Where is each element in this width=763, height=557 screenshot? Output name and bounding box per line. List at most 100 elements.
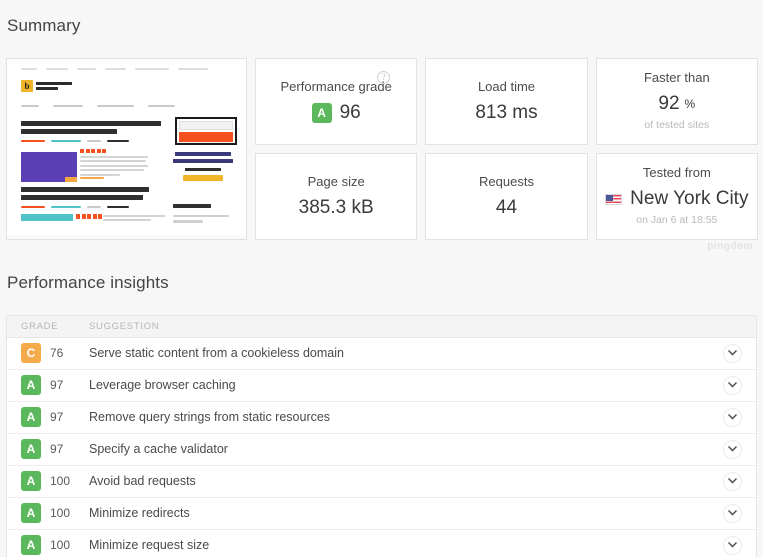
thumbnail-top-nav (21, 67, 236, 71)
thumbnail-popular-posts-title (173, 203, 211, 208)
thumbnail-rating-stars-2 (76, 213, 102, 219)
faster-than-value-group: 92 % (658, 93, 695, 115)
grade-cell: C 76 (7, 343, 79, 363)
performance-grade-value-group: A 96 (311, 101, 361, 124)
table-body: C 76 Serve static content from a cookieles… (7, 337, 756, 557)
suggestion-text: Minimize request size (89, 538, 210, 552)
chevron-down-icon[interactable] (722, 407, 742, 427)
chevron-down-icon[interactable] (722, 375, 742, 395)
table-row[interactable]: C 76 Serve static content from a cookieles… (7, 337, 756, 370)
table-header-row: GRADE SUGGESTION (7, 315, 756, 338)
pingdom-watermark: pingdom (707, 240, 753, 252)
page-size-card: Page size 385.3 kB (255, 152, 418, 240)
suggestion-text: Serve static content from a cookieless d… (89, 346, 344, 360)
grade-badge: A (21, 535, 41, 555)
us-flag-icon (605, 193, 623, 205)
performance-grade-label: Performance grade (280, 78, 392, 94)
tested-from-timestamp: on Jan 6 at 18:55 (636, 214, 718, 227)
expand-toggle[interactable] (708, 439, 756, 459)
expand-toggle[interactable] (708, 407, 756, 427)
grade-badge: A (21, 439, 41, 459)
performance-insights-title: Performance insights (7, 273, 169, 293)
faster-than-percent: 92 (658, 93, 680, 115)
chevron-down-icon[interactable] (722, 503, 742, 523)
thumbnail-logo-mark: b (21, 79, 33, 92)
tested-from-label: Tested from (642, 165, 711, 181)
suggestion-text: Avoid bad requests (89, 474, 196, 488)
thumbnail-post-meta-1 (21, 139, 129, 143)
grade-cell: A 97 (7, 375, 79, 395)
grade-score: 97 (50, 442, 64, 456)
grade-cell: A 100 (7, 535, 79, 555)
thumbnail-excerpt-2 (103, 214, 165, 222)
performance-grade-score: 96 (339, 101, 361, 123)
load-time-value: 813 ms (475, 101, 538, 123)
tested-from-value-group: New York City (605, 188, 748, 210)
tested-from-card: Tested from New York City on Jan 6 at 18… (595, 152, 758, 240)
thumbnail-read-more-1 (80, 176, 104, 180)
grade-score: 100 (50, 474, 71, 488)
performance-insights-table: GRADE SUGGESTION C 76 Serve static content… (6, 314, 757, 557)
table-row[interactable]: A 97 Specify a cache validator (7, 433, 756, 466)
table-row[interactable]: A 100 Avoid bad requests (7, 465, 756, 498)
thumbnail-logo: b (21, 79, 72, 92)
thumbnail-promo-input (179, 120, 233, 130)
grade-score: 100 (50, 506, 71, 520)
load-time-label: Load time (477, 78, 536, 94)
thumbnail-post-title-1 (21, 120, 161, 134)
grade-cell: A 100 (7, 503, 79, 523)
chevron-down-icon[interactable] (722, 535, 742, 555)
summary-section-title: Summary (7, 16, 81, 36)
grade-score: 97 (50, 378, 64, 392)
tested-from-city: New York City (630, 188, 749, 210)
pingdom-speed-test-report: Summary b Performance grade A 96 ? Load … (0, 11, 763, 557)
faster-than-unit: % (684, 97, 696, 112)
expand-toggle[interactable] (708, 503, 756, 523)
suggestion-text: Remove query strings from static resourc… (89, 410, 331, 424)
chevron-down-icon[interactable] (722, 343, 742, 363)
expand-toggle[interactable] (708, 535, 756, 555)
load-time-card: Load time 813 ms (425, 57, 588, 145)
expand-toggle[interactable] (708, 343, 756, 363)
thumbnail-logo-wordmark (36, 82, 72, 90)
metric-cards-area: Performance grade A 96 ? Load time 813 m… (255, 57, 758, 240)
thumbnail-excerpt-1 (80, 155, 148, 176)
table-row[interactable]: A 100 Minimize request size (7, 529, 756, 557)
grade-cell: A 97 (7, 439, 79, 459)
table-row[interactable]: A 97 Remove query strings from static reso… (7, 401, 756, 434)
thumbnail-post-image-2 (21, 213, 73, 221)
thumbnail-post-meta-2 (21, 205, 129, 209)
grade-score: 97 (50, 410, 64, 424)
column-header-grade: GRADE (21, 320, 59, 332)
thumbnail-rating-stars-1 (80, 148, 106, 153)
suggestion-text: Specify a cache validator (89, 442, 228, 456)
thumbnail-promo-button (179, 131, 233, 142)
column-header-suggestion: SUGGESTION (89, 320, 160, 332)
faster-than-label: Faster than (643, 70, 710, 86)
expand-toggle[interactable] (708, 471, 756, 491)
expand-toggle[interactable] (708, 375, 756, 395)
thumbnail-post-title-2 (21, 186, 149, 200)
table-row[interactable]: A 97 Leverage browser caching (7, 369, 756, 402)
requests-value: 44 (495, 196, 518, 218)
table-row[interactable]: A 100 Minimize redirects (7, 497, 756, 530)
metric-card-row-top: Performance grade A 96 ? Load time 813 m… (255, 57, 758, 145)
chevron-down-icon[interactable] (722, 439, 742, 459)
grade-cell: A 97 (7, 407, 79, 427)
thumbnail-main-nav (21, 104, 206, 108)
grade-badge: A (21, 375, 41, 395)
site-screenshot-thumbnail[interactable]: b (6, 57, 247, 240)
requests-label: Requests (479, 173, 534, 189)
faster-than-subtext: of tested sites (644, 119, 710, 132)
grade-badge: A (21, 503, 41, 523)
help-icon[interactable]: ? (377, 70, 391, 84)
faster-than-card: Faster than 92 % of tested sites (595, 57, 758, 145)
summary-section: b Performance grade A 96 ? Load time 813… (0, 57, 763, 240)
page-size-value: 385.3 kB (298, 196, 374, 218)
grade-cell: A 100 (7, 471, 79, 491)
performance-grade-badge: A (311, 102, 332, 123)
chevron-down-icon[interactable] (722, 471, 742, 491)
suggestion-text: Minimize redirects (89, 506, 190, 520)
grade-badge: C (21, 343, 41, 363)
thumbnail-popular-posts-list (173, 214, 233, 223)
